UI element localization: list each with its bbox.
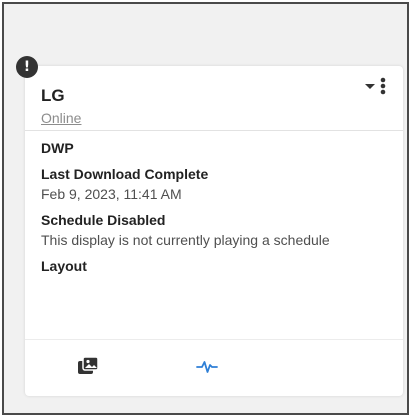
card-footer bbox=[25, 339, 403, 396]
schedule-label: Schedule Disabled bbox=[41, 212, 166, 228]
display-name: LG bbox=[41, 86, 65, 105]
display-card: LG Online DWP Last Download Complete Feb… bbox=[25, 66, 403, 396]
activity-pulse-icon bbox=[196, 361, 218, 373]
layout-label: Layout bbox=[41, 258, 87, 274]
screenshot-frame: ! LG Online DWP Last Download Complete F… bbox=[2, 2, 409, 415]
images-icon bbox=[78, 356, 99, 374]
last-download-label: Last Download Complete bbox=[41, 166, 209, 182]
images-button[interactable] bbox=[74, 354, 102, 378]
card-details: DWP Last Download Complete Feb 9, 2023, … bbox=[41, 138, 387, 276]
last-download-time: Feb 9, 2023, 11:41 AM bbox=[41, 186, 182, 202]
alert-icon: ! bbox=[16, 56, 38, 78]
schedule-message: This display is not currently playing a … bbox=[41, 232, 330, 248]
display-status-link[interactable]: Online bbox=[41, 110, 81, 126]
card-menu-button[interactable] bbox=[363, 74, 391, 98]
group-name: DWP bbox=[41, 140, 74, 156]
header-divider bbox=[25, 130, 403, 131]
dropdown-menu-icon bbox=[365, 77, 386, 95]
activity-button[interactable] bbox=[193, 354, 221, 378]
